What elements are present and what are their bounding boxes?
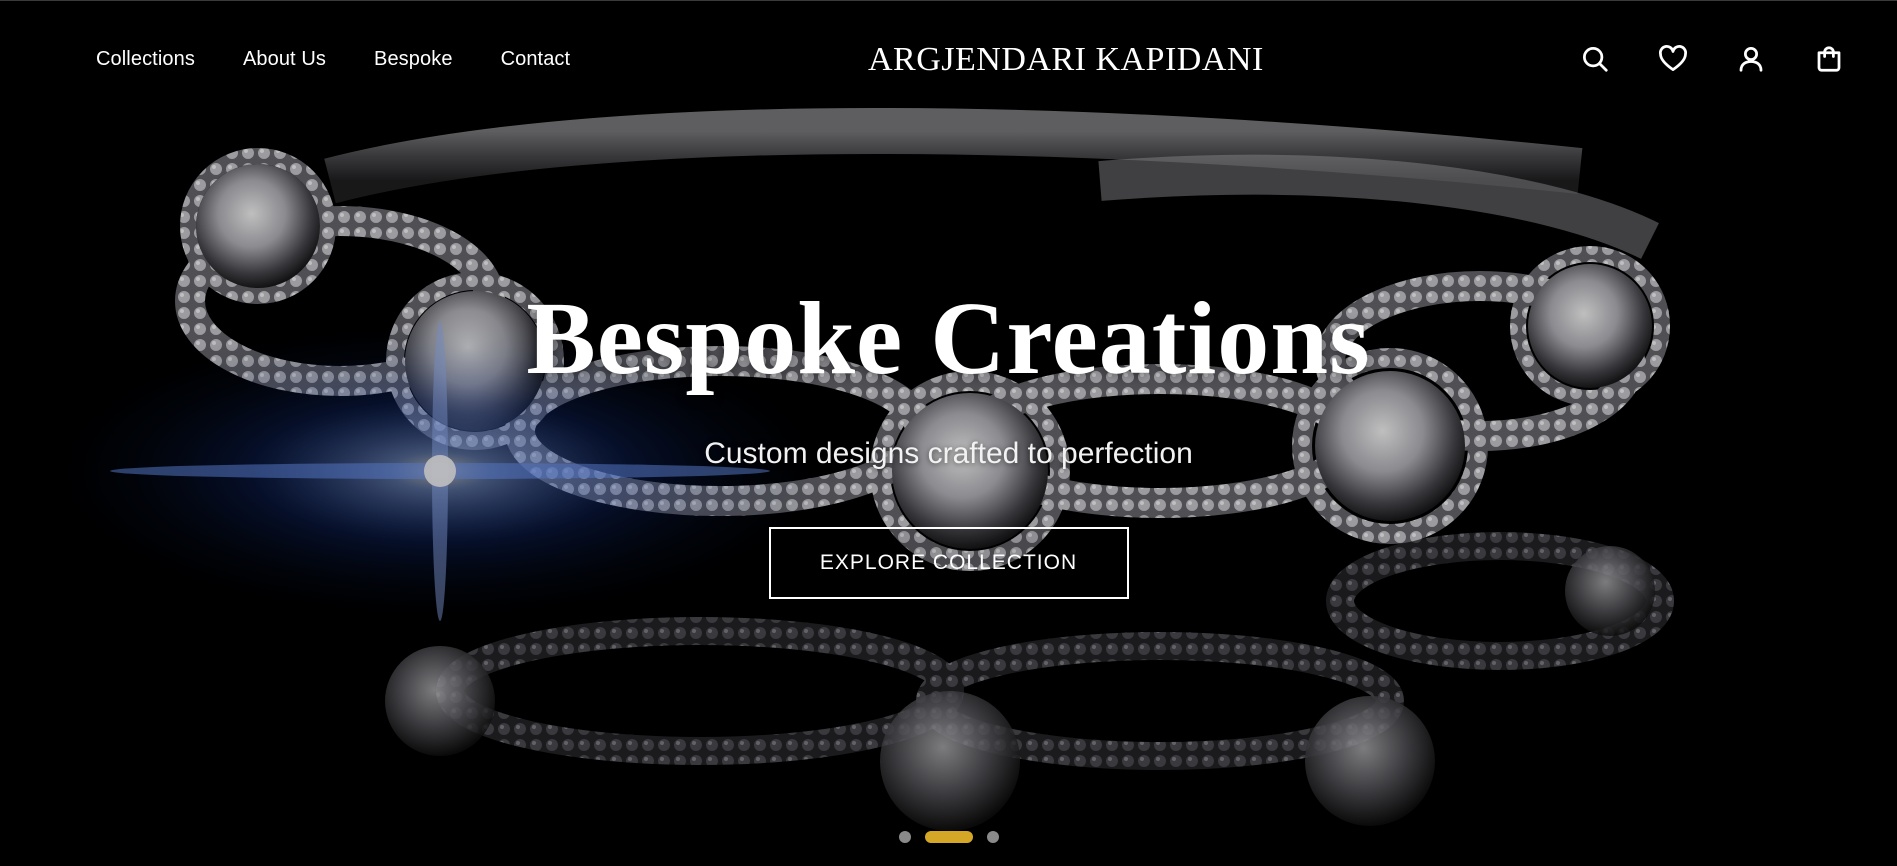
hero-banner: Collections About Us Bespoke Contact ARG… (0, 0, 1897, 866)
cart-button[interactable] (1813, 43, 1845, 75)
nav-about-us[interactable]: About Us (243, 48, 326, 71)
main-nav: Collections About Us Bespoke Contact (96, 48, 570, 71)
shopping-bag-icon (1817, 46, 1841, 72)
hero-headline: Bespoke Creations (526, 281, 1371, 396)
brand-logo[interactable]: ARGJENDARI KAPIDANI (868, 41, 1264, 79)
carousel-dot-3[interactable] (986, 831, 999, 843)
explore-collection-button[interactable]: EXPLORE COLLECTION (768, 527, 1129, 599)
nav-contact[interactable]: Contact (501, 48, 571, 71)
top-navigation: Collections About Us Bespoke Contact ARG… (0, 1, 1897, 123)
heart-icon (1659, 45, 1687, 71)
utility-icons (1579, 43, 1845, 75)
carousel-indicators (0, 831, 1897, 843)
hero-content: Bespoke Creations Custom designs crafted… (0, 287, 1897, 599)
search-icon (1583, 47, 1608, 72)
carousel-dot-1[interactable] (898, 831, 911, 843)
search-button[interactable] (1579, 43, 1611, 75)
nav-collections[interactable]: Collections (96, 48, 195, 71)
wishlist-button[interactable] (1657, 43, 1689, 75)
user-icon (1739, 47, 1763, 72)
account-button[interactable] (1735, 43, 1767, 75)
carousel-dot-2[interactable] (924, 831, 973, 843)
hero-subheadline: Custom designs crafted to perfection (704, 437, 1193, 470)
nav-bespoke[interactable]: Bespoke (374, 48, 453, 71)
